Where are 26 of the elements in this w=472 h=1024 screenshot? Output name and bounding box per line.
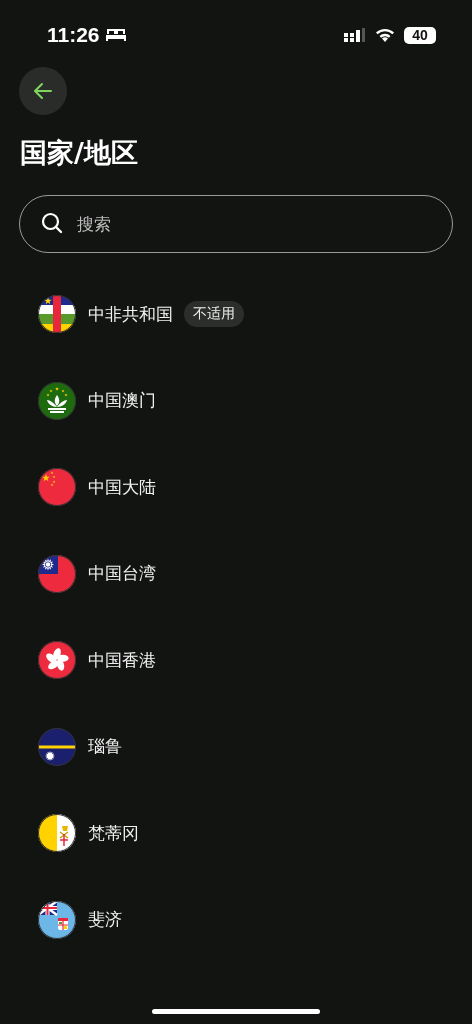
country-name[interactable]: 梵蒂冈 xyxy=(88,821,139,845)
flag-icon xyxy=(38,814,76,852)
search-field[interactable]: 搜索 xyxy=(19,195,453,253)
search-icon xyxy=(40,211,64,235)
wifi-icon xyxy=(375,28,395,42)
country-name[interactable]: 中国香港 xyxy=(88,648,156,672)
flag-icon xyxy=(38,381,76,420)
page-title: 国家/地区 xyxy=(20,136,139,170)
flag-icon xyxy=(38,727,76,766)
signal-icon xyxy=(344,28,366,42)
flag-icon xyxy=(38,554,76,593)
status-time: 11:26 xyxy=(47,23,100,47)
country-name[interactable]: 瑙鲁 xyxy=(88,735,122,758)
battery-indicator: 40 xyxy=(404,26,436,44)
bed-icon xyxy=(104,28,127,42)
status-badge: 不适用 xyxy=(184,301,244,327)
country-name[interactable]: 中国大陆 xyxy=(88,475,156,499)
flag-icon xyxy=(38,900,76,939)
country-name[interactable]: 中国澳门 xyxy=(88,389,156,412)
back-button[interactable] xyxy=(19,67,67,115)
flag-icon xyxy=(38,468,76,506)
country-name[interactable]: 斐济 xyxy=(88,908,122,931)
country-name[interactable]: 中非共和国 xyxy=(88,302,173,326)
country-name[interactable]: 中国台湾 xyxy=(88,562,156,585)
flag-icon xyxy=(38,641,76,679)
flag-icon xyxy=(38,295,76,333)
